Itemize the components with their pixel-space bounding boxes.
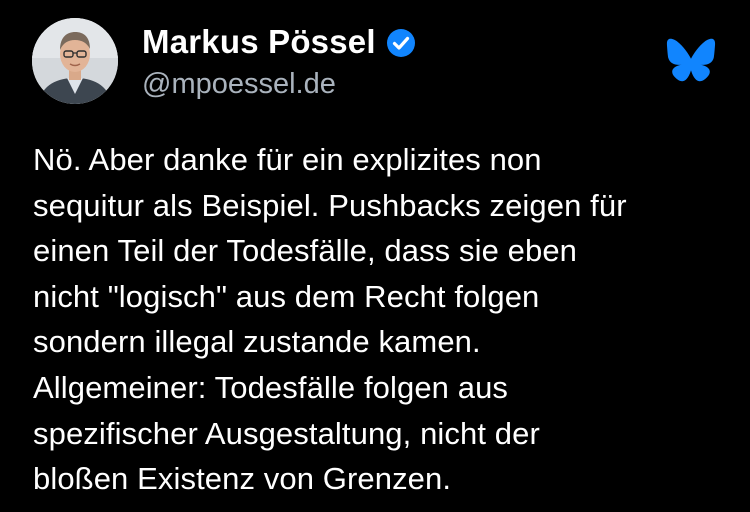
post-line: sequitur als Beispiel. Pushbacks zeigen … xyxy=(33,187,627,223)
post-line: spezifischer Ausgestaltung, nicht der xyxy=(33,415,540,451)
author-handle[interactable]: @mpoessel.de xyxy=(142,66,336,102)
author-name-row[interactable]: Markus Pössel xyxy=(142,22,416,62)
post-line: nicht "logisch" aus dem Recht folgen xyxy=(33,278,540,314)
post-line: bloßen Existenz von Grenzen. xyxy=(33,461,452,497)
profile-photo xyxy=(32,18,118,104)
post-body: Nö. Aber danke für ein explizites non se… xyxy=(33,137,733,502)
verified-badge-icon xyxy=(386,27,416,57)
post-line: einen Teil der Todesfälle, dass sie eben xyxy=(33,233,578,269)
author-display-name[interactable]: Markus Pössel xyxy=(142,22,376,62)
avatar[interactable] xyxy=(32,18,118,104)
post-line: sondern illegal zustande kamen. xyxy=(33,324,481,360)
post-line: Nö. Aber danke für ein explizites non xyxy=(33,142,542,177)
post-card: Markus Pössel @mpoessel.de Nö. Aber dank… xyxy=(0,0,750,512)
post-line: Allgemeiner: Todesfälle folgen aus xyxy=(33,369,509,405)
butterfly-logo-icon xyxy=(666,38,716,82)
